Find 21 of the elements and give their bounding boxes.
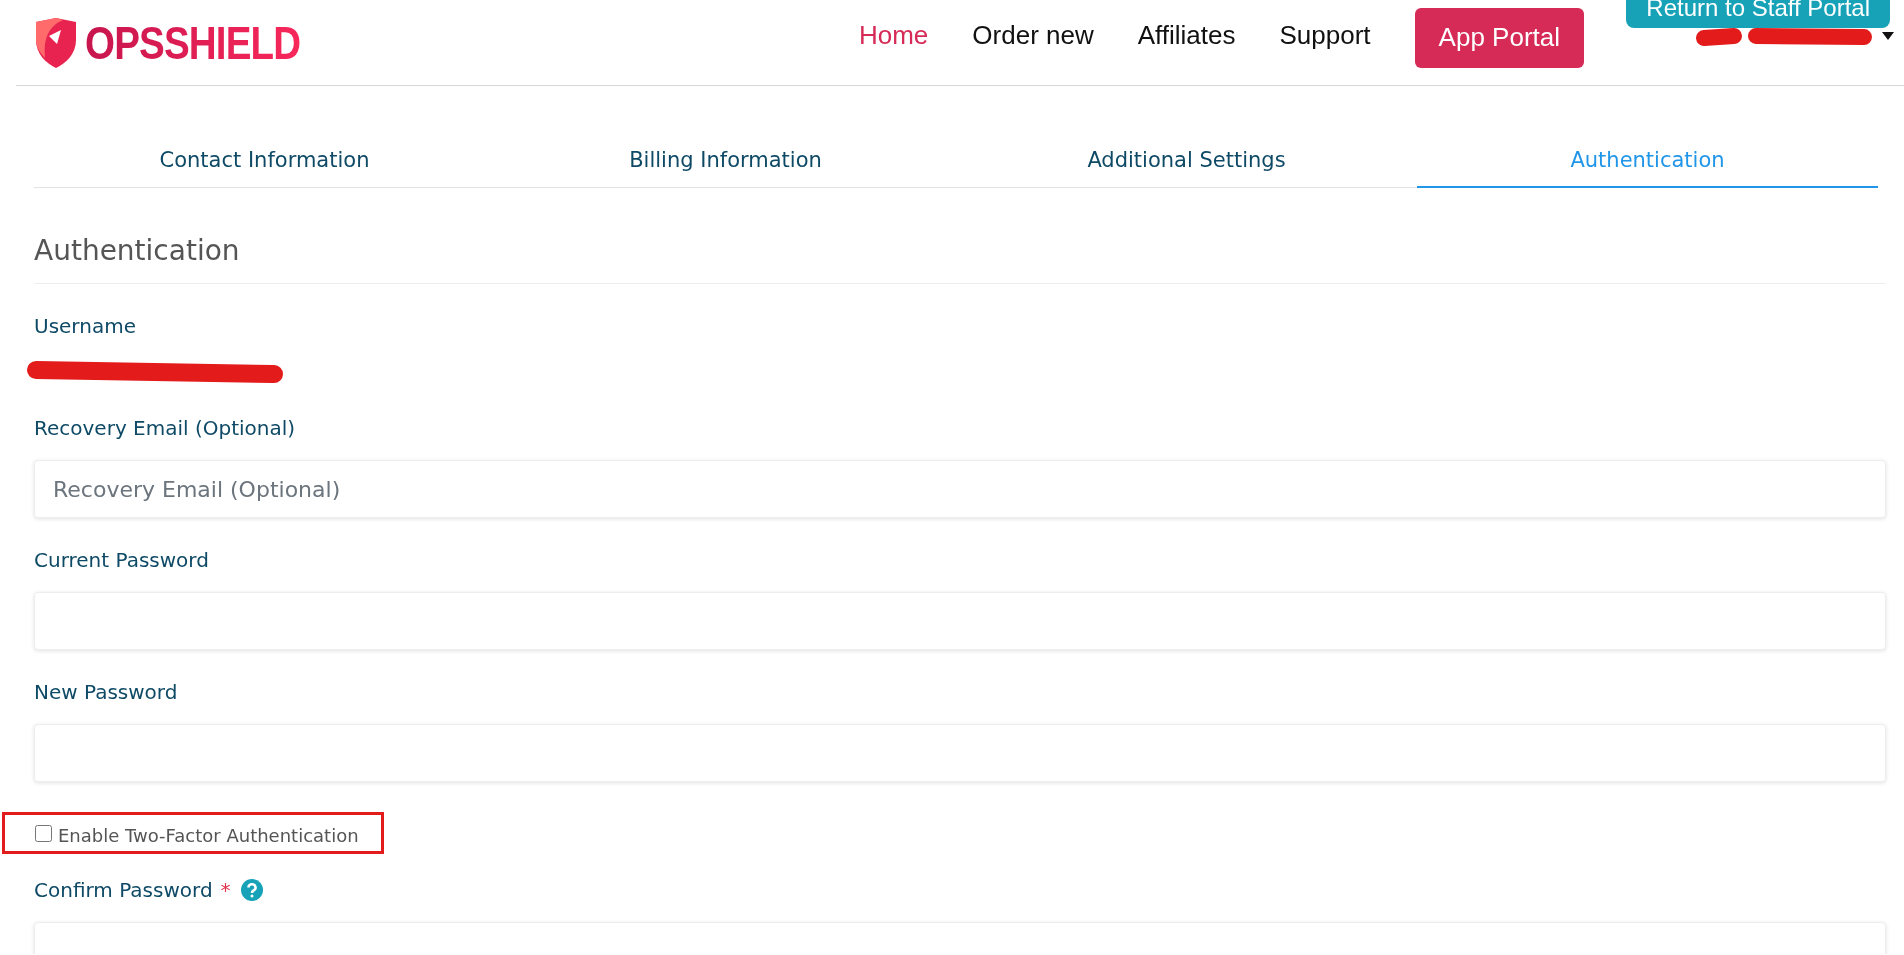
field-label: Confirm Password [34, 878, 213, 902]
input-field[interactable]: Recovery Email (Optional) [34, 460, 1886, 518]
nav-link[interactable]: Support [1279, 20, 1371, 51]
app-portal-button[interactable]: App Portal [1414, 7, 1584, 68]
tab[interactable]: Billing Information [495, 138, 956, 188]
nav-link[interactable]: Order new [972, 20, 1094, 51]
help-icon[interactable] [240, 879, 263, 901]
section-title: Authentication [34, 234, 1886, 284]
field-label: Current Password [34, 548, 210, 572]
required-mark: * [220, 878, 231, 902]
tab[interactable]: Contact Information [34, 138, 495, 188]
field-label: Recovery Email (Optional) [34, 416, 297, 440]
nav-link[interactable]: Home [858, 20, 929, 51]
checkbox-label: Enable Two-Factor Authentication [58, 824, 359, 846]
field-label: Username [34, 314, 137, 338]
nav-link[interactable]: Affiliates [1137, 20, 1236, 51]
caret-icon[interactable] [1882, 31, 1894, 40]
shield-logo-icon [33, 17, 79, 68]
tab[interactable]: Additional Settings [956, 138, 1417, 188]
checkbox[interactable] [35, 824, 52, 842]
field-label: New Password [34, 680, 179, 704]
